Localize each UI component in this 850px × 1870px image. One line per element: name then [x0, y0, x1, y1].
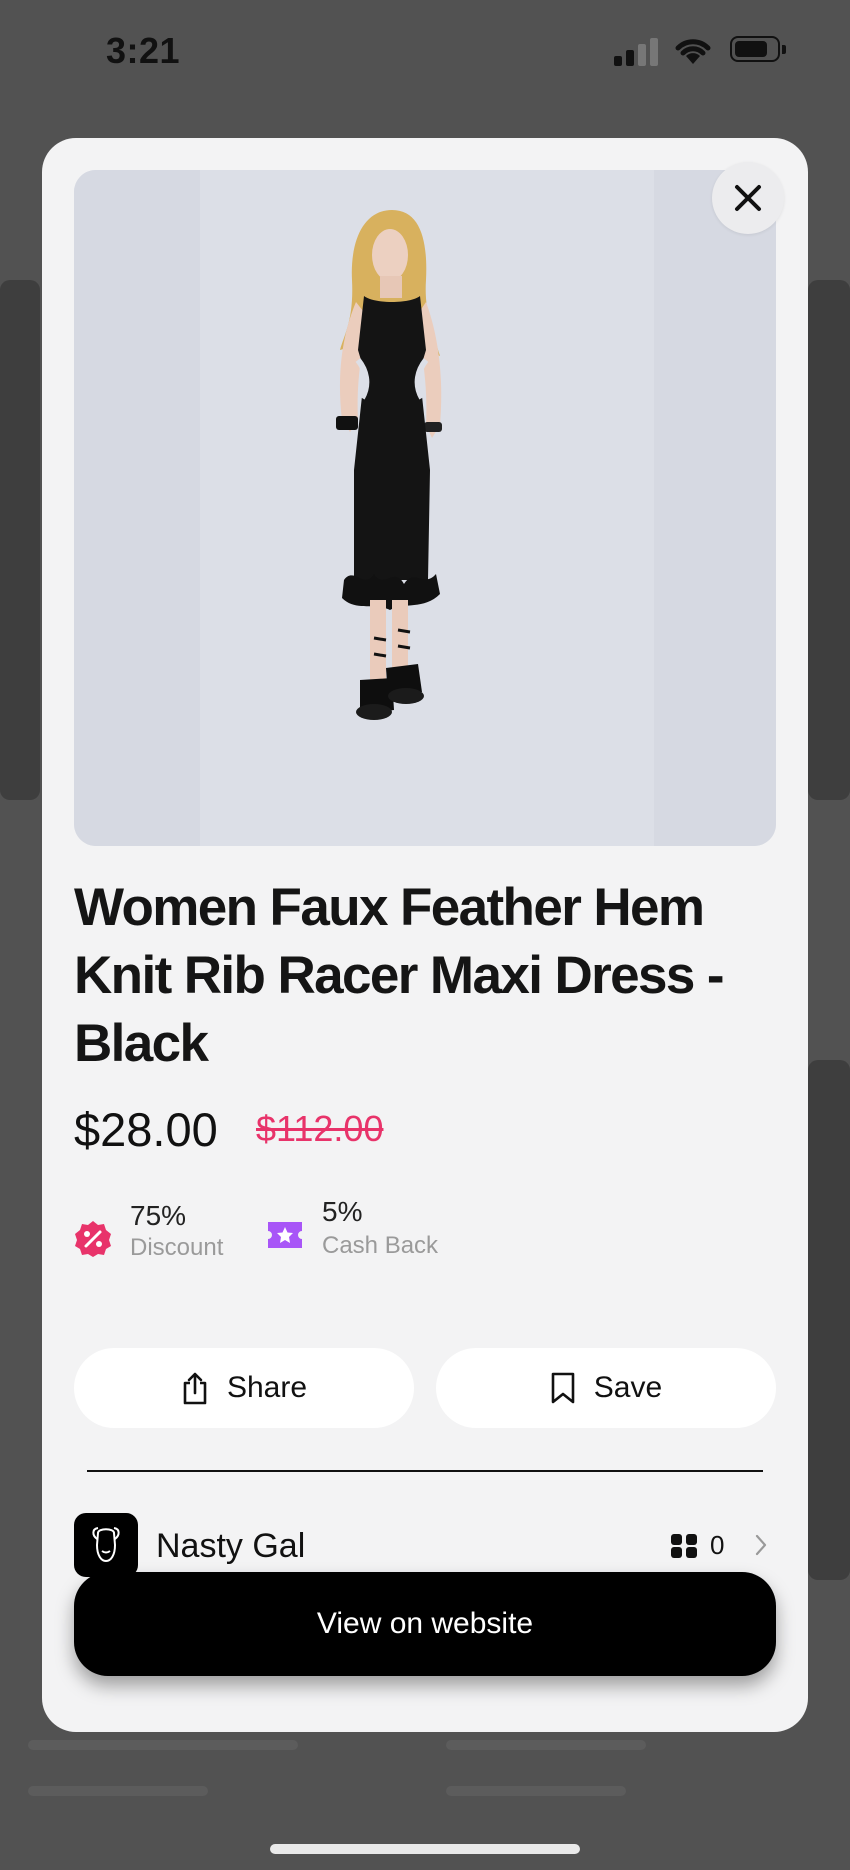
- product-modal: Women Faux Feather Hem Knit Rib Racer Ma…: [42, 138, 808, 1732]
- discount-stat: 75% Discount: [74, 1200, 244, 1270]
- background-text-line: [446, 1786, 626, 1796]
- cashback-value: 5%: [322, 1196, 363, 1227]
- discount-value: 75%: [130, 1200, 187, 1231]
- cellular-signal-icon: [614, 36, 660, 66]
- share-button[interactable]: Share: [74, 1348, 414, 1428]
- brand-count: 0: [710, 1530, 725, 1560]
- wifi-icon: [675, 39, 711, 64]
- brand-items-icon: [671, 1534, 697, 1558]
- price-current: $28.00: [74, 1103, 218, 1156]
- save-button[interactable]: Save: [436, 1348, 776, 1428]
- status-time: 3:21: [106, 30, 181, 71]
- background-card: [0, 280, 40, 800]
- product-title: Women Faux Feather Hem Knit Rib Racer Ma…: [74, 878, 725, 1073]
- discount-label: Discount: [130, 1234, 224, 1261]
- divider: [87, 1470, 763, 1472]
- price-original: $112.00: [256, 1108, 384, 1149]
- background-card: [808, 280, 850, 800]
- product-image: [74, 170, 776, 846]
- close-icon: [735, 185, 761, 211]
- save-label: Save: [593, 1371, 663, 1404]
- background-text-line: [28, 1786, 208, 1796]
- background-text-line: [28, 1740, 298, 1750]
- cashback-stat: 5% Cash Back: [266, 1196, 466, 1270]
- brand-name: Nasty Gal: [156, 1527, 306, 1565]
- background-text-line: [446, 1740, 646, 1750]
- bookmark-icon: [551, 1372, 575, 1404]
- share-label: Share: [226, 1371, 308, 1404]
- battery-icon: [730, 36, 790, 64]
- brand-face-icon: [92, 1527, 120, 1563]
- background-card: [808, 1060, 850, 1580]
- cashback-label: Cash Back: [322, 1232, 439, 1259]
- chevron-right-icon: [755, 1534, 767, 1556]
- close-button[interactable]: [712, 162, 784, 234]
- view-on-website-button[interactable]: View on website: [74, 1572, 776, 1676]
- status-bar: 3:21: [0, 0, 850, 100]
- cashback-ticket-icon: [268, 1222, 302, 1248]
- brand-logo: [74, 1513, 138, 1577]
- home-indicator[interactable]: [270, 1844, 580, 1854]
- share-icon: [183, 1372, 207, 1405]
- discount-badge-icon: [75, 1221, 111, 1257]
